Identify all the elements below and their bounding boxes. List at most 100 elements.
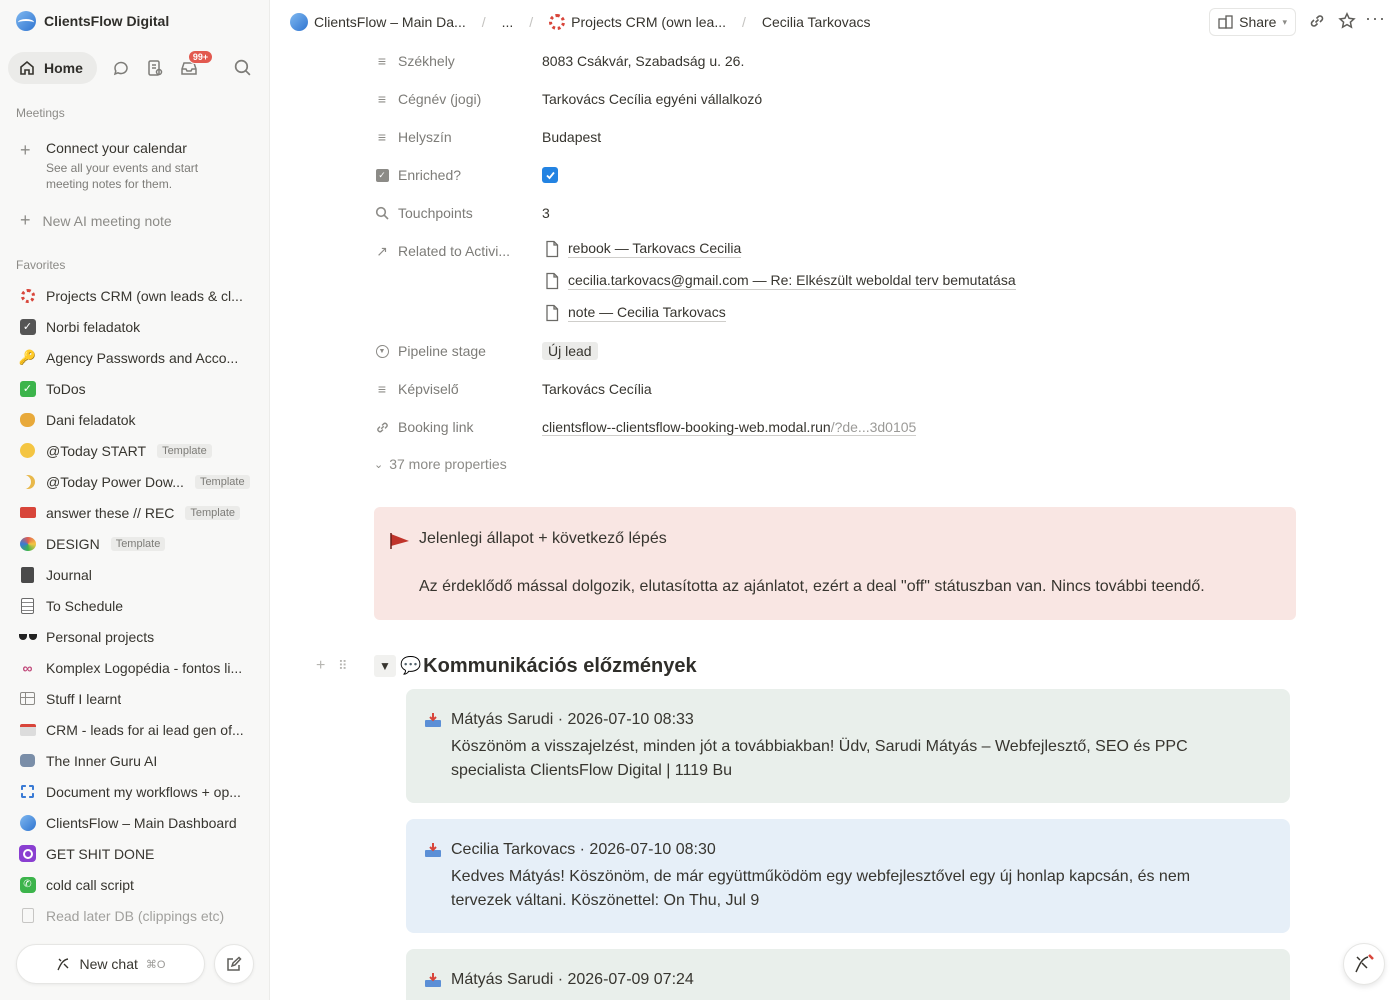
related-item[interactable]: note — Cecilia Tarkovacs [544, 304, 726, 322]
meetings-section-title: Meetings [16, 106, 65, 120]
sidebar-item-agency-passwords[interactable]: 🔑 Agency Passwords and Acco... [8, 342, 262, 373]
sidebar-item-get-shit-done[interactable]: GET SHIT DONE [8, 838, 262, 869]
breadcrumb-separator: / [529, 14, 534, 30]
plus-icon: + [20, 140, 31, 160]
sidebar-item-cold-call[interactable]: ✆ cold call script [8, 869, 262, 900]
meeting-notes-icon[interactable] [145, 58, 165, 78]
property-enriched: ✓ Enriched? [374, 163, 558, 187]
sidebar-item-personal-projects[interactable]: Personal projects [8, 621, 262, 652]
workspace-name: ClientsFlow Digital [44, 13, 170, 29]
moon-icon [18, 472, 37, 491]
message-body: Kedves Mátyás! Köszönöm, de már együttmű… [451, 868, 1191, 909]
sidebar-item-journal[interactable]: Journal [8, 559, 262, 590]
sidebar-item-read-later[interactable]: Read later DB (clippings etc) [8, 900, 262, 931]
sidebar-item-label: Read later DB (clippings etc) [46, 907, 225, 924]
template-badge: Template [110, 536, 166, 551]
property-label: Cégnév (jogi) [398, 91, 482, 107]
sidebar-item-dani[interactable]: Dani feladatok [8, 404, 262, 435]
more-properties-toggle[interactable]: ⌄ 37 more properties [374, 456, 507, 472]
notebook-icon [18, 565, 37, 584]
breadcrumb-item-projects-crm[interactable]: Projects CRM (own lea... [549, 14, 726, 30]
page-icon [546, 272, 559, 290]
breadcrumb-label: ClientsFlow – Main Da... [314, 14, 466, 30]
new-chat-button[interactable]: New chat ⌘O [16, 944, 205, 984]
enriched-checkbox[interactable] [542, 167, 558, 183]
clientsflow-logo-icon [18, 813, 37, 832]
sidebar-item-clientsflow-dashboard[interactable]: ClientsFlow – Main Dashboard [8, 807, 262, 838]
property-label: Related to Activi... [398, 243, 511, 259]
related-item-label: note — Cecilia Tarkovacs [568, 304, 726, 322]
inbox-icon[interactable]: 99+ [179, 50, 214, 78]
sidebar-item-label: Dani feladatok [46, 411, 136, 428]
message-header: Cecilia Tarkovacs · 2026-07-10 08:30 [451, 841, 716, 858]
sidebar-item-komplex-logopedia[interactable]: ∞ Komplex Logopédia - fontos li... [8, 652, 262, 683]
chevron-down-icon: ▾ [1282, 16, 1287, 27]
sidebar-item-label: @Today START [46, 442, 147, 459]
sidebar-item-crm-leads[interactable]: CRM - leads for ai lead gen of... [8, 714, 262, 745]
new-ai-meeting-note-label: New AI meeting note [42, 212, 172, 229]
property-szekhely[interactable]: ≡ Székhely 8083 Csákvár, Szabadság u. 26. [374, 49, 744, 73]
sidebar-item-to-schedule[interactable]: To Schedule [8, 590, 262, 621]
add-block-icon[interactable]: + [316, 657, 338, 675]
related-item[interactable]: rebook — Tarkovacs Cecilia [544, 240, 742, 258]
property-cegnev[interactable]: ≡ Cégnév (jogi) Tarkovács Cecília egyéni … [374, 87, 762, 111]
more-options-icon[interactable]: ··· [1365, 8, 1386, 29]
template-badge: Template [157, 443, 212, 458]
share-button[interactable]: Share ▾ [1209, 8, 1296, 36]
new-ai-meeting-note-button[interactable]: + New AI meeting note [20, 210, 172, 231]
inbox-tray-icon [424, 972, 442, 988]
related-item[interactable]: cecilia.tarkovacs@gmail.com — Re: Elkész… [544, 272, 1016, 290]
booking-link-path: /?de...3d0105 [830, 419, 917, 436]
sidebar-item-label: DESIGN [46, 535, 100, 552]
property-touchpoints[interactable]: Touchpoints 3 [374, 201, 550, 225]
sidebar-item-document-workflows[interactable]: Document my workflows + op... [8, 776, 262, 807]
sidebar-item-todos[interactable]: ✓ ToDos [8, 373, 262, 404]
connect-calendar-item[interactable]: + Connect your calendar See all your eve… [20, 140, 250, 192]
table-icon [18, 689, 37, 708]
property-value: 3 [542, 205, 550, 221]
text-lines-icon: ≡ [377, 53, 387, 69]
connect-calendar-description: See all your events and start meeting no… [46, 161, 199, 191]
home-button[interactable]: Home [8, 52, 97, 84]
sidebar-item-stuff-i-learnt[interactable]: Stuff I learnt [8, 683, 262, 714]
drag-handle-icon[interactable]: ⠿ [338, 658, 360, 674]
search-icon[interactable] [233, 58, 252, 80]
star-icon[interactable] [1338, 12, 1356, 33]
property-label: Helyszín [398, 129, 452, 145]
sidebar-item-answer-these[interactable]: answer these // REC Template [8, 497, 262, 528]
breadcrumb-ellipsis[interactable]: ... [502, 14, 514, 30]
property-kepviselo[interactable]: ≡ Képviselő Tarkovács Cecília [374, 377, 652, 401]
crm-dots-icon [18, 286, 37, 305]
sidebar-item-design[interactable]: DESIGN Template [8, 528, 262, 559]
booking-link[interactable]: clientsflow--clientsflow-booking-web.mod… [542, 419, 917, 436]
breadcrumb-item-current-page[interactable]: Cecilia Tarkovacs [762, 14, 871, 30]
property-pipeline-stage[interactable]: ▼ Pipeline stage Új lead [374, 339, 598, 363]
toggle-triangle-icon[interactable]: ▼ [374, 655, 396, 677]
breadcrumb: ClientsFlow – Main Da... / ... / Project… [290, 13, 871, 31]
related-item-label: cecilia.tarkovacs@gmail.com — Re: Elkész… [568, 272, 1016, 290]
ai-pen-icon [1355, 954, 1374, 973]
ai-assistant-button[interactable] [1343, 943, 1385, 985]
template-badge: Template [185, 505, 241, 520]
compose-button[interactable] [214, 944, 254, 984]
link-icon: ∞ [22, 659, 33, 676]
more-properties-label: 37 more properties [389, 456, 507, 472]
sidebar-item-norbi[interactable]: ✓ Norbi feladatok [8, 311, 262, 342]
property-value: Tarkovács Cecília [542, 381, 652, 397]
breadcrumb-item-dashboard[interactable]: ClientsFlow – Main Da... [290, 13, 466, 31]
message-body: Köszönöm a visszajelzést, minden jót a t… [451, 738, 1188, 779]
sidebar-item-inner-guru[interactable]: The Inner Guru AI [8, 745, 262, 776]
sidebar-item-today-start[interactable]: @Today START Template [8, 435, 262, 466]
property-label: Booking link [398, 419, 474, 435]
breadcrumb-label: Projects CRM (own lea... [571, 14, 726, 30]
chat-icon[interactable] [111, 58, 131, 78]
sidebar-item-today-power-down[interactable]: @Today Power Dow... Template [8, 466, 262, 497]
video-camera-icon [18, 503, 37, 522]
copy-link-icon[interactable] [1308, 12, 1326, 33]
workspace-switcher[interactable]: ClientsFlow Digital [16, 11, 169, 31]
favorites-list: Projects CRM (own leads & cl... ✓ Norbi … [8, 280, 262, 931]
property-helyszin[interactable]: ≡ Helyszín Budapest [374, 125, 601, 149]
property-label: Képviselő [398, 381, 459, 397]
sidebar-item-projects-crm[interactable]: Projects CRM (own leads & cl... [8, 280, 262, 311]
sidebar-item-label: ClientsFlow – Main Dashboard [46, 814, 237, 831]
